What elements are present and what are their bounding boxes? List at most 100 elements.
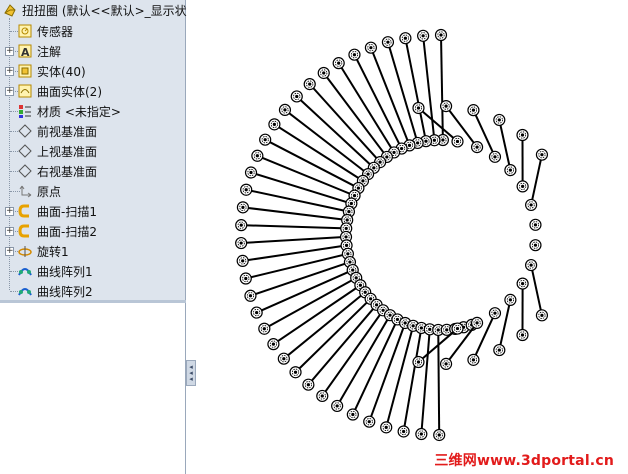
spoke-end-node[interactable] [267,338,280,351]
panel-collapse-handle[interactable]: ◂ ◂ ◂ [186,360,196,386]
tree-item[interactable]: 上视基准面 [5,142,97,160]
spoke-end-node[interactable] [516,328,529,342]
spoke-end-node[interactable] [251,149,264,162]
spoke-end-node[interactable] [467,353,480,366]
spoke-end-node[interactable] [364,41,378,54]
spoke-end-node[interactable] [439,99,453,113]
spoke-end-node[interactable] [467,104,480,117]
spoke-body[interactable] [245,188,350,213]
spoke-body[interactable] [498,299,512,351]
tree-item[interactable]: 原点 [5,182,61,200]
graphics-viewport[interactable] [196,0,628,474]
spoke-end-node[interactable] [470,316,484,329]
spoke-body[interactable] [530,264,543,316]
spoke-body[interactable] [307,304,378,386]
expand-toggle-icon[interactable]: + [5,46,14,56]
spoke-end-node[interactable] [412,101,425,115]
tree-item[interactable]: 材质 <未指定> [5,102,121,120]
spoke-end-node[interactable] [277,352,290,365]
spoke-end-node[interactable] [488,307,502,320]
spoke-end-node[interactable] [316,389,329,403]
spoke-end-node[interactable] [381,36,395,49]
spoke-end-node[interactable] [332,57,345,70]
spoke-end-node[interactable] [236,201,250,214]
spoke-end-node[interactable] [529,218,542,231]
spoke-end-node[interactable] [348,48,361,61]
spoke-end-node[interactable] [451,322,464,335]
tree-root[interactable]: 扭扭圈 (默认<<默认>_显示状 [2,1,187,19]
spoke-end-node[interactable] [399,32,412,45]
tree-item[interactable]: 传感器 [5,22,73,40]
spoke-body[interactable] [294,298,372,373]
spoke-body[interactable] [283,291,366,360]
spoke-end-node[interactable] [439,357,453,371]
spoke-end-node[interactable] [529,239,542,252]
spoke-end-node[interactable] [235,236,248,250]
spoke-end-node[interactable] [363,415,376,428]
spoke-end-node[interactable] [250,306,263,319]
tree-item[interactable]: + 实体(40) [5,62,86,80]
tree-item[interactable]: + 旋转1 [5,242,69,260]
expand-toggle-icon[interactable]: + [5,246,14,256]
spoke-end-node[interactable] [244,289,257,302]
spoke-body[interactable] [422,35,436,141]
spoke-body[interactable] [272,284,361,345]
spoke-end-node[interactable] [504,293,517,306]
tree-item[interactable]: + 曲面-扫描2 [5,222,97,240]
tree-item[interactable]: 前视基准面 [5,122,97,140]
spoke-end-node[interactable] [412,355,425,369]
expand-toggle-icon[interactable]: + [5,226,14,236]
spoke-body[interactable] [322,72,388,158]
spoke-end-node[interactable] [236,254,249,267]
spoke-end-node[interactable] [493,343,506,357]
spoke-body[interactable] [241,235,347,245]
spoke-end-node[interactable] [346,408,359,421]
spoke-end-node[interactable] [525,198,538,212]
spoke-end-node[interactable] [278,103,292,117]
spoke-end-node[interactable] [268,118,281,131]
spoke-end-node[interactable] [415,427,428,441]
spoke-body[interactable] [242,206,348,221]
tree-item[interactable]: 曲线阵列1 [5,262,93,280]
spoke-body[interactable] [284,109,369,175]
tree-item[interactable]: 右视基准面 [5,162,97,180]
tree-item[interactable]: 曲线阵列2 [5,282,93,300]
spoke-end-node[interactable] [525,258,538,272]
spoke-end-node[interactable] [240,183,253,196]
spoke-end-node[interactable] [235,219,248,232]
spoke-end-node[interactable] [302,378,315,391]
spoke-end-node[interactable] [259,133,272,146]
spoke-end-node[interactable] [239,272,252,285]
spoke-end-node[interactable] [258,322,271,335]
expand-toggle-icon[interactable]: + [5,66,14,76]
spoke-end-node[interactable] [516,128,529,142]
expand-toggle-icon[interactable]: + [5,86,14,96]
spoke-body[interactable] [273,123,364,182]
spoke-body[interactable] [308,83,381,163]
spoke-end-node[interactable] [451,135,464,148]
spoke-end-node[interactable] [303,78,316,91]
tree-item[interactable]: + 曲面-扫描1 [5,202,97,220]
spoke-body[interactable] [321,309,384,397]
spoke-end-node[interactable] [516,277,529,290]
spoke-end-node[interactable] [535,148,549,161]
spoke-body[interactable] [404,38,427,142]
spoke-end-node[interactable] [434,28,448,42]
spoke-body[interactable] [530,154,543,206]
spoke-end-node[interactable] [535,309,549,322]
spoke-body[interactable] [296,95,375,169]
spoke-body[interactable] [368,322,407,423]
spoke-end-node[interactable] [417,29,430,42]
spoke-end-node[interactable] [470,141,484,154]
spoke-end-node[interactable] [504,164,517,177]
spoke-body[interactable] [241,224,347,230]
tree-item[interactable]: + 曲面实体(2) [5,82,102,100]
spoke-end-node[interactable] [397,425,410,438]
spoke-body[interactable] [385,325,415,428]
spoke-body[interactable] [498,119,512,171]
expand-toggle-icon[interactable]: + [5,206,14,216]
spoke-end-node[interactable] [380,421,393,434]
spoke-end-node[interactable] [433,428,446,442]
spoke-end-node[interactable] [493,113,506,127]
spoke-end-node[interactable] [331,399,344,413]
